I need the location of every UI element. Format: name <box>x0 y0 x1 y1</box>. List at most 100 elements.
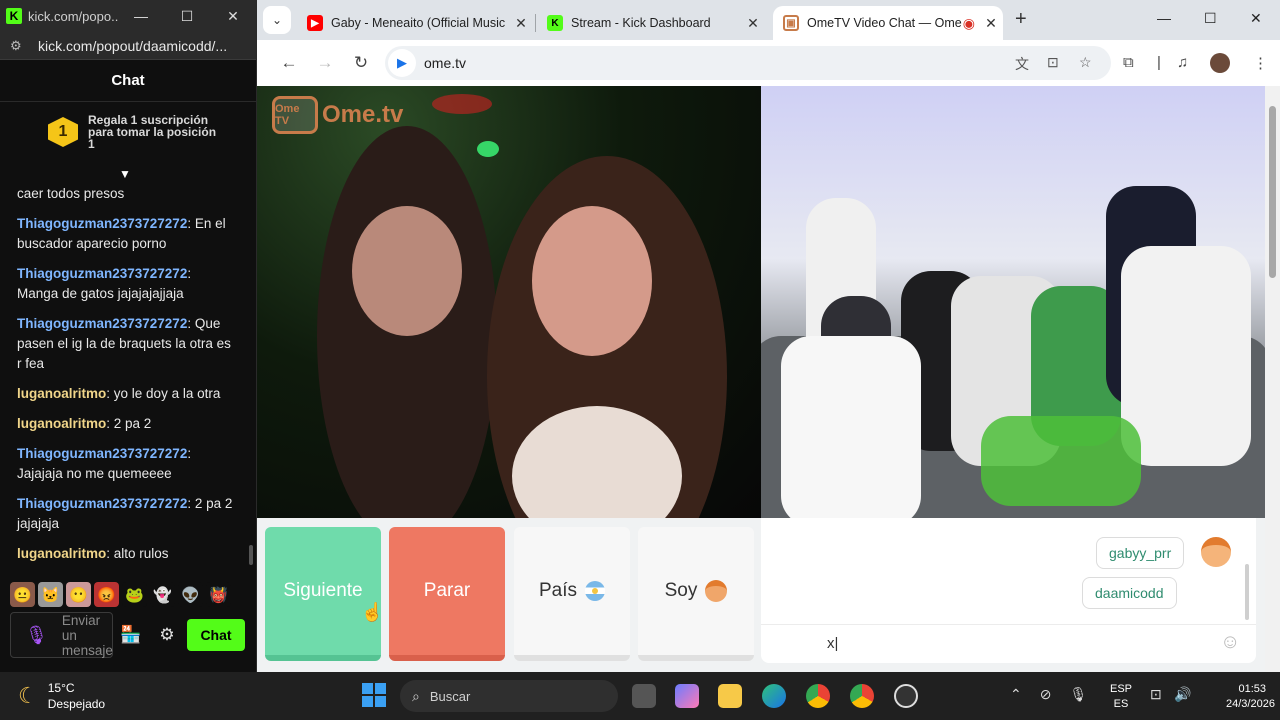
emote-icon[interactable]: 👻 <box>150 582 175 607</box>
tab-ometv[interactable]: ▣ OmeTV Video Chat — Ome ◉ ✕ <box>773 6 1003 40</box>
emote-icon[interactable]: 😶 <box>66 582 91 607</box>
chevron-up-icon[interactable]: ⌃ <box>1010 686 1022 703</box>
emote-icon[interactable]: 😐 <box>10 582 35 607</box>
kick-url-bar[interactable]: ⚙ kick.com/popout/daamicodd/... <box>0 32 256 60</box>
obs-studio-icon[interactable] <box>894 684 918 708</box>
forward-arrow-icon[interactable]: → <box>307 53 343 73</box>
recording-icon: ◉ <box>962 14 975 31</box>
video-figure <box>532 206 652 356</box>
edge-browser-icon[interactable] <box>762 684 786 708</box>
tab-close-icon[interactable]: ✕ <box>741 15 765 32</box>
kick-titlebar: K kick.com/popo... — ☐ ✕ <box>0 0 256 32</box>
chat-input[interactable]: 🎙 Enviar un mensaje <box>10 612 113 658</box>
microphone-icon[interactable]: 🎙 <box>1069 686 1087 703</box>
emote-icon[interactable]: 👽 <box>178 582 203 607</box>
chrome-active-icon[interactable] <box>850 684 874 708</box>
chat-username[interactable]: Thiagoguzman2373727272 <box>17 266 187 281</box>
chat-username[interactable]: Thiagoguzman2373727272 <box>17 316 187 331</box>
chat-text: yo le doy a la otra <box>113 386 221 401</box>
page-scrollbar[interactable] <box>1265 86 1280 672</box>
emoji-picker-icon[interactable]: ☺ <box>1220 631 1240 654</box>
install-app-icon[interactable]: ⊡ <box>1047 54 1059 71</box>
media-controls-icon[interactable]: ♫ <box>1177 54 1188 71</box>
minimize-icon[interactable]: — <box>118 8 164 24</box>
chat-message: Thiagoguzman2373727272: En el buscador a… <box>17 214 233 254</box>
chat-username[interactable]: Thiagoguzman2373727272 <box>17 446 187 461</box>
taskbar-search-placeholder: Buscar <box>429 688 471 704</box>
chrome-icon[interactable] <box>806 684 830 708</box>
emote-icon[interactable]: 😡 <box>94 582 119 607</box>
maximize-icon[interactable]: ☐ <box>1204 10 1217 27</box>
new-tab-icon[interactable]: + <box>1015 8 1027 31</box>
next-button-label: Siguiente <box>283 580 363 601</box>
stop-button[interactable]: Parar <box>389 527 505 661</box>
minimize-icon[interactable]: — <box>1157 10 1171 26</box>
camera-permission-icon[interactable]: ▶ <box>388 49 416 77</box>
chat-colon: : <box>187 216 195 231</box>
chat-scrollbar[interactable] <box>1245 564 1249 620</box>
file-explorer-icon[interactable] <box>718 684 742 708</box>
moon-weather-icon: ☾ <box>18 683 38 708</box>
self-video-feed <box>761 86 1265 518</box>
chat-username[interactable]: luganoalritmo <box>17 386 106 401</box>
task-view-icon[interactable] <box>632 684 656 708</box>
translate-icon[interactable]: 文 <box>1015 54 1029 74</box>
ometv-icon: ▣ <box>783 15 799 31</box>
tab-youtube[interactable]: ▶ Gaby - Meneaito (Official Music ✕ <box>297 6 533 40</box>
volume-icon[interactable]: 🔊 <box>1174 686 1191 703</box>
tab-close-icon[interactable]: ✕ <box>509 15 533 32</box>
taskbar-clock[interactable]: 01:53 24/3/2026 <box>1226 682 1275 712</box>
bookmark-star-icon[interactable]: ☆ <box>1079 54 1092 71</box>
clock-date: 24/3/2026 <box>1226 698 1275 710</box>
profile-avatar[interactable] <box>1210 53 1230 73</box>
chat-text: Manga de gatos jajajajajjaja <box>17 286 184 301</box>
emote-icon[interactable]: 🐱 <box>38 582 63 607</box>
scroll-thumb[interactable] <box>1269 106 1276 278</box>
extensions-icon[interactable]: ⧉ <box>1123 54 1134 71</box>
sub-promo-text: Regala 1 suscripción para tomar la posic… <box>88 113 217 151</box>
weather-widget[interactable]: ☾ 15°C Despejado <box>18 680 105 712</box>
chat-message: gabyy_prr <box>1096 537 1185 569</box>
back-arrow-icon[interactable]: ← <box>271 53 307 73</box>
taskbar-search-box[interactable]: ⌕ Buscar <box>400 680 618 712</box>
video-figure <box>981 416 1141 506</box>
network-disabled-icon[interactable]: ⊘ <box>1040 686 1052 703</box>
language-indicator[interactable]: ESP ES <box>1110 682 1132 712</box>
country-filter-button[interactable]: País <box>514 527 630 661</box>
reload-icon[interactable]: ↻ <box>343 53 379 73</box>
next-button[interactable]: Siguiente <box>265 527 381 661</box>
gender-filter-button[interactable]: Soy <box>638 527 754 661</box>
menu-kebab-icon[interactable]: ⋮ <box>1253 54 1268 72</box>
emote-icon[interactable]: 👹 <box>206 582 231 607</box>
copilot-icon[interactable] <box>675 684 699 708</box>
store-icon[interactable]: 🏪 <box>113 625 149 645</box>
collapse-pinned-icon[interactable]: ▼ <box>119 167 131 181</box>
tab-close-icon[interactable]: ✕ <box>979 15 1003 32</box>
stop-button-label: Parar <box>423 580 471 601</box>
maximize-icon[interactable]: ☐ <box>164 8 210 25</box>
lang-bottom: ES <box>1113 698 1129 710</box>
close-icon[interactable]: ✕ <box>210 8 256 25</box>
microphone-icon[interactable]: 🎙 <box>25 625 48 646</box>
tab-kick-dashboard[interactable]: K Stream - Kick Dashboard ✕ <box>537 6 765 40</box>
chat-message-input[interactable]: x| <box>827 635 838 652</box>
settings-gear-icon[interactable]: ⚙ <box>149 625 185 645</box>
chat-username[interactable]: luganoalritmo <box>17 546 106 561</box>
network-icon[interactable]: ⊡ <box>1150 686 1162 703</box>
site-settings-icon[interactable]: ⚙ <box>10 38 26 54</box>
chat-username[interactable]: Thiagoguzman2373727272 <box>17 496 187 511</box>
close-icon[interactable]: ✕ <box>1250 10 1262 27</box>
chat-username[interactable]: luganoalritmo <box>17 416 106 431</box>
chat-colon: : <box>106 386 114 401</box>
tab-search-chevron-icon[interactable]: ⌄ <box>263 6 291 34</box>
chat-username[interactable]: Thiagoguzman2373727272 <box>17 216 187 231</box>
chat-message: Thiagoguzman2373727272: Jajajaja no me q… <box>17 444 233 484</box>
chat-text: alto rulos <box>113 546 169 561</box>
chat-scrollbar[interactable] <box>249 545 253 565</box>
send-chat-button[interactable]: Chat <box>187 619 245 651</box>
emote-icon[interactable]: 🐸 <box>122 582 147 607</box>
address-bar[interactable]: ▶ ome.tv 文 ⊡ ☆ <box>385 46 1111 80</box>
start-menu-icon[interactable] <box>362 683 386 707</box>
sub-gift-promo[interactable]: 1 Regala 1 suscripción para tomar la pos… <box>0 102 256 162</box>
chat-message: Thiagoguzman2373727272: 2 pa 2 jajajaja <box>17 494 233 534</box>
